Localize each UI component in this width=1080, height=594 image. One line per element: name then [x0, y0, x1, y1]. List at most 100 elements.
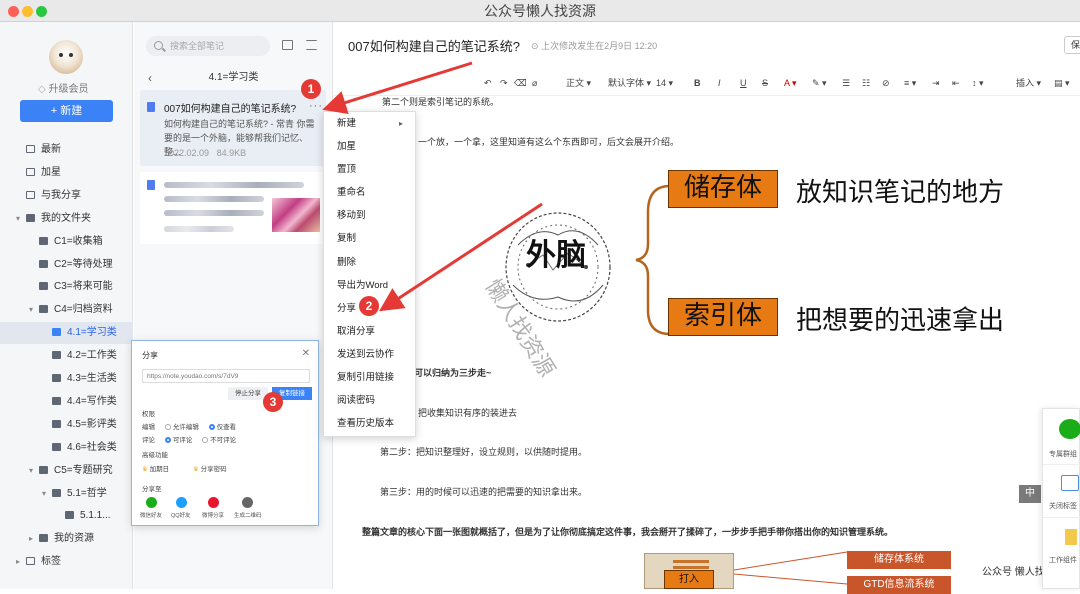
qrcode-icon[interactable]	[242, 497, 253, 508]
more-options-icon[interactable]: ···	[309, 100, 323, 112]
context-menu-item[interactable]: 发送到云协作	[324, 343, 415, 366]
bold-icon[interactable]: B	[694, 70, 701, 96]
sidebar-item[interactable]: 4.3=生活类	[0, 368, 133, 390]
view-toggle-icon[interactable]	[282, 40, 293, 50]
context-menu-item[interactable]: 移动到	[324, 204, 415, 227]
sidebar-item[interactable]: C3=将来可能	[0, 276, 133, 298]
sidebar-item[interactable]: 4.4=写作类	[0, 391, 133, 413]
search-input[interactable]: 搜索全部笔记	[146, 36, 270, 56]
sidebar-item[interactable]: ▸ 标签	[0, 551, 133, 573]
stop-share-button[interactable]: 停止分享	[228, 387, 268, 400]
note-card-blurred[interactable]	[140, 172, 326, 244]
weibo-icon[interactable]	[208, 497, 219, 508]
insert-menu[interactable]: 插入 ▾	[1016, 70, 1041, 96]
sidebar-item[interactable]: ▸ 我的资源	[0, 528, 133, 550]
font-color-icon[interactable]: A ▾	[784, 70, 797, 96]
new-note-button[interactable]: + 新建	[20, 100, 113, 122]
expand-icon[interactable]: ▾	[29, 299, 39, 321]
outdent-icon[interactable]: ⇤	[952, 70, 960, 96]
sidebar-item[interactable]: 4.6=社会类	[0, 437, 133, 459]
italic-icon[interactable]: I	[718, 70, 721, 96]
sidebar-item[interactable]: 4.5=影评类	[0, 414, 133, 436]
share-url-field[interactable]: https://note.youdao.com/s/7dV9	[142, 369, 310, 383]
sidebar-item[interactable]: C1=收集箱	[0, 231, 133, 253]
context-menu-item[interactable]: 加星	[324, 135, 415, 158]
expand-icon[interactable]: ▾	[42, 483, 52, 505]
float-label[interactable]: 专属群组	[1049, 449, 1077, 459]
password-option[interactable]: 分享密码	[201, 466, 227, 473]
context-menu-item-label: 阅读密码	[337, 395, 376, 407]
font-family-select[interactable]: 默认字体 ▾	[608, 70, 651, 96]
context-menu-item[interactable]: 复制	[324, 227, 415, 250]
wechat-icon[interactable]	[1059, 419, 1080, 439]
line-height-icon[interactable]: ↕ ▾	[972, 70, 984, 96]
qq-icon[interactable]	[176, 497, 187, 508]
paragraph-style-select[interactable]: 正文 ▾	[566, 70, 591, 96]
expiry-option[interactable]: 加期日	[150, 466, 170, 473]
wechat-icon[interactable]	[146, 497, 157, 508]
upgrade-vip-link[interactable]: ◇ 升级会员	[38, 80, 88, 95]
note-card[interactable]: 007如何构建自己的笔记系统? 如何构建自己的笔记系统? - 常青 你需要的是一…	[140, 90, 326, 166]
context-menu-item[interactable]: 导出为Word	[324, 274, 415, 297]
context-menu-item[interactable]: 取消分享	[324, 320, 415, 343]
expand-icon[interactable]: ▸	[16, 551, 26, 573]
storage-system-box: 储存体系统	[847, 551, 951, 569]
float-label[interactable]: 关闭标签	[1049, 501, 1077, 511]
storage-box: 储存体	[668, 170, 778, 208]
undo-icon[interactable]: ↶	[484, 70, 492, 96]
indent-icon[interactable]: ⇥	[932, 70, 940, 96]
floating-panel: 专属群组 关闭标签 工作组件	[1042, 408, 1080, 589]
highlight-icon[interactable]: ✎ ▾	[812, 70, 827, 96]
context-menu-item[interactable]: 查看历史版本	[324, 412, 415, 435]
avatar[interactable]	[49, 40, 83, 74]
sidebar-item[interactable]: C2=等待处理	[0, 254, 133, 276]
check-icon: ⊙	[531, 41, 539, 51]
maximize-window-button[interactable]	[36, 6, 47, 17]
ordered-list-icon[interactable]: ☰	[842, 70, 850, 96]
sidebar-item[interactable]: 加星	[0, 162, 133, 184]
doc-title[interactable]: 007如何构建自己的笔记系统?	[348, 36, 520, 55]
sort-icon[interactable]	[306, 40, 317, 50]
redo-icon[interactable]: ↷	[500, 70, 508, 96]
eraser-icon[interactable]: ⌀	[532, 70, 537, 96]
sidebar-item[interactable]: 最新	[0, 139, 133, 161]
context-menu-item[interactable]: 删除	[324, 251, 415, 274]
sidebar-item[interactable]: 4.1=学习类	[0, 322, 133, 345]
sidebar-item[interactable]: ▾ 我的文件夹	[0, 208, 133, 230]
sidebar-item[interactable]: ▾ 5.1=哲学	[0, 483, 133, 505]
sidebar-item-label: 5.1.1...	[80, 510, 111, 522]
allow-comment-radio[interactable]	[164, 437, 171, 443]
view-only-radio[interactable]	[208, 424, 215, 430]
more-icon[interactable]: ▤ ▾	[1054, 70, 1070, 96]
save-button[interactable]: 保	[1064, 36, 1080, 54]
strikethrough-icon[interactable]: S	[762, 70, 768, 96]
sidebar-item[interactable]: 与我分享	[0, 185, 133, 207]
float-label[interactable]: 工作组件	[1049, 555, 1077, 565]
font-size-select[interactable]: 14 ▾	[656, 70, 673, 96]
checklist-icon[interactable]: ⊘	[882, 70, 890, 96]
context-menu-item[interactable]: 复制引用链接	[324, 366, 415, 389]
allow-edit-radio[interactable]	[164, 424, 171, 430]
sidebar-item[interactable]: ▾ C4=归档资料	[0, 299, 133, 321]
context-menu-item[interactable]: 重命名	[324, 181, 415, 204]
context-menu-item-label: 删除	[337, 256, 357, 268]
close-icon[interactable]: ✕	[302, 348, 310, 359]
tag-icon[interactable]	[1061, 475, 1079, 491]
align-icon[interactable]: ≡ ▾	[904, 70, 916, 96]
format-painter-icon[interactable]: ⌫	[514, 70, 527, 96]
expand-icon[interactable]: ▾	[16, 208, 26, 230]
context-menu-item[interactable]: 阅读密码	[324, 389, 415, 412]
sidebar-item[interactable]: 4.2=工作类	[0, 345, 133, 367]
sidebar-item[interactable]: ▾ C5=专题研究	[0, 460, 133, 482]
underline-icon[interactable]: U	[740, 70, 747, 96]
context-menu-item[interactable]: 置顶	[324, 158, 415, 181]
context-menu-item[interactable]: 新建 ▸	[324, 112, 415, 135]
minimize-window-button[interactable]	[22, 6, 33, 17]
no-comment-radio[interactable]	[202, 437, 209, 443]
close-window-button[interactable]	[8, 6, 19, 17]
expand-icon[interactable]: ▾	[29, 460, 39, 482]
sidebar-item[interactable]: 5.1.1...	[0, 505, 133, 527]
expand-icon[interactable]: ▸	[29, 528, 39, 550]
bullet-list-icon[interactable]: ☷	[862, 70, 870, 96]
folder-icon[interactable]	[1065, 529, 1077, 545]
